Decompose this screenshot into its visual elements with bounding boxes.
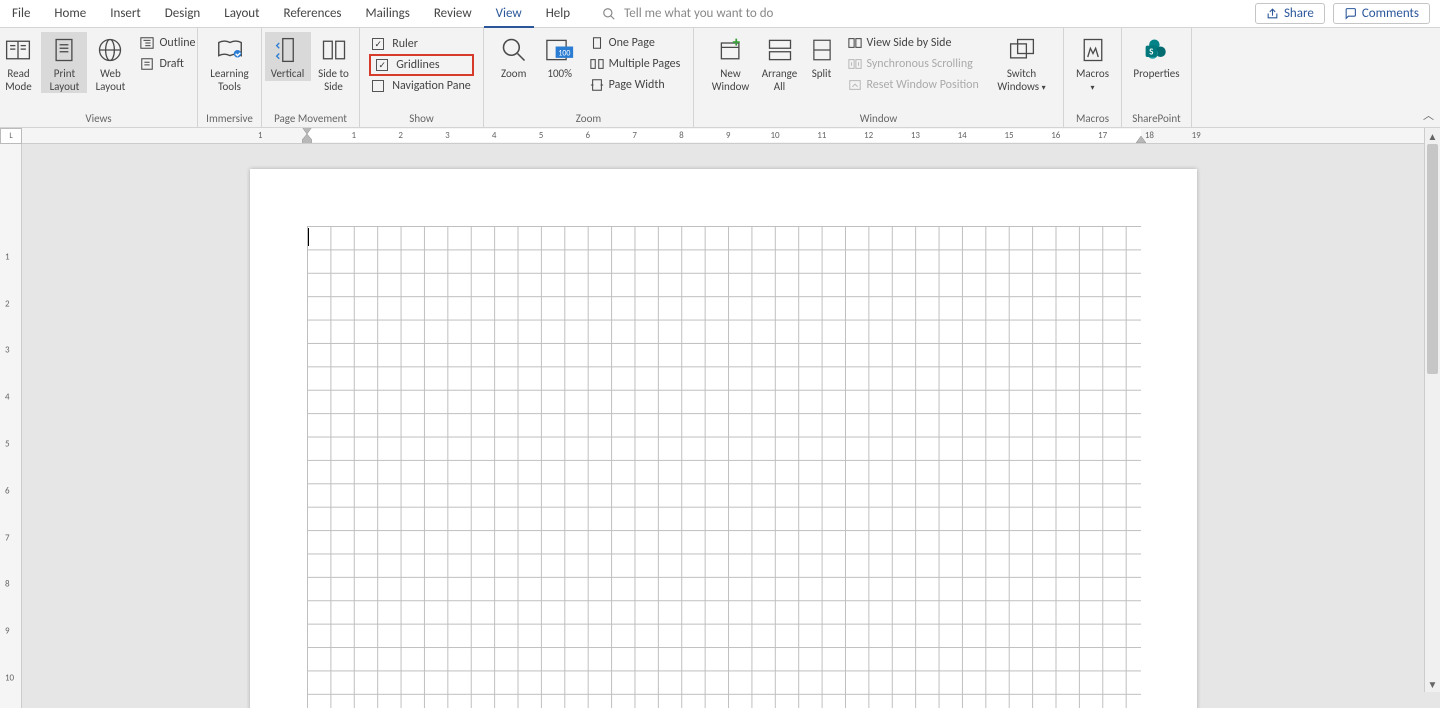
zoom-button[interactable]: Zoom: [491, 32, 537, 81]
switch-windows-icon: [1007, 36, 1037, 64]
arrange-all-icon: [766, 36, 794, 64]
checkbox-icon: [376, 59, 388, 71]
new-window-icon: [717, 36, 745, 64]
horizontal-ruler[interactable]: 112345678910111213141516171819: [22, 128, 1440, 144]
indent-right-marker[interactable]: [1136, 136, 1146, 144]
view-side-by-side-button[interactable]: View Side by Side: [845, 34, 987, 52]
group-zoom: Zoom 100 100% One Page Multiple Pages Pa…: [484, 28, 694, 127]
read-mode-icon: [4, 36, 32, 64]
tell-me-placeholder: Tell me what you want to do: [624, 6, 773, 21]
draft-icon: [140, 57, 154, 71]
indent-hanging-marker[interactable]: [302, 134, 312, 144]
menu-tabs: FileHomeInsertDesignLayoutReferencesMail…: [0, 0, 1440, 28]
gridlines-overlay: [307, 226, 1141, 708]
text-cursor: [308, 228, 309, 246]
gridlines-highlight: Gridlines: [369, 54, 474, 76]
properties-button[interactable]: S Properties: [1128, 32, 1186, 81]
outline-icon: [140, 36, 154, 50]
page-width-icon: [590, 78, 604, 92]
reset-window-position-button: Reset Window Position: [845, 76, 987, 94]
synchronous-scrolling-button: Synchronous Scrolling: [845, 55, 987, 73]
switch-windows-button[interactable]: Switch Windows ▾: [991, 32, 1053, 93]
group-sharepoint: S Properties SharePoint: [1122, 28, 1192, 127]
scrollbar-thumb[interactable]: [1427, 144, 1438, 374]
group-page-movement: Vertical Side to Side Page Movement: [262, 28, 360, 127]
page[interactable]: [250, 169, 1197, 708]
one-page-button[interactable]: One Page: [587, 34, 683, 52]
workspace: L 12345678910 11234567891011121314151617…: [0, 128, 1440, 708]
tab-insert[interactable]: Insert: [98, 0, 153, 27]
tab-design[interactable]: Design: [153, 0, 212, 27]
vertical-button[interactable]: Vertical: [265, 32, 311, 81]
group-immersive: Learning Tools Immersive: [198, 28, 262, 127]
read-mode-button[interactable]: Read Mode: [0, 32, 41, 93]
navigation-pane-checkbox[interactable]: Navigation Pane: [370, 78, 473, 94]
zoom-icon: [500, 36, 528, 64]
one-page-icon: [590, 36, 604, 50]
tab-file[interactable]: File: [0, 0, 42, 27]
tell-me-search[interactable]: Tell me what you want to do: [602, 6, 773, 21]
arrange-all-button[interactable]: Arrange All: [757, 32, 803, 93]
zoom-100-icon: 100: [545, 36, 575, 64]
tab-view[interactable]: View: [484, 1, 534, 28]
comments-button[interactable]: Comments: [1333, 3, 1430, 24]
vertical-icon: [274, 35, 302, 65]
tab-layout[interactable]: Layout: [212, 0, 271, 27]
new-window-button[interactable]: New Window: [705, 32, 757, 93]
split-button[interactable]: Split: [803, 32, 841, 81]
chevron-down-icon: ▾: [1042, 83, 1046, 93]
document-area[interactable]: [22, 144, 1440, 708]
gridlines-checkbox[interactable]: Gridlines: [374, 57, 469, 73]
web-layout-icon: [96, 36, 124, 64]
ribbon: Read Mode Print Layout Web Layout Outlin…: [0, 28, 1440, 128]
macros-icon: [1079, 36, 1107, 64]
svg-text:S: S: [1149, 47, 1153, 57]
draft-button[interactable]: Draft: [137, 55, 197, 73]
tab-home[interactable]: Home: [42, 0, 98, 27]
vertical-scrollbar[interactable]: ▲ ▼: [1424, 128, 1440, 692]
tab-help[interactable]: Help: [534, 0, 582, 27]
collapse-ribbon-button[interactable]: ︿: [1423, 107, 1434, 123]
multiple-pages-button[interactable]: Multiple Pages: [587, 55, 683, 73]
vertical-ruler[interactable]: L 12345678910: [0, 128, 22, 708]
outline-button[interactable]: Outline: [137, 34, 197, 52]
svg-text:100: 100: [558, 49, 570, 58]
learning-tools-icon: [215, 35, 245, 65]
checkbox-icon: [372, 80, 384, 92]
reset-pos-icon: [848, 78, 862, 92]
sharepoint-icon: S: [1143, 36, 1171, 64]
sync-scroll-icon: [848, 57, 862, 71]
group-macros: Macros▾ Macros: [1064, 28, 1122, 127]
side-to-side-icon: [320, 36, 348, 64]
group-views: Read Mode Print Layout Web Layout Outlin…: [0, 28, 198, 127]
macros-button[interactable]: Macros▾: [1070, 32, 1116, 93]
side-by-side-icon: [848, 36, 862, 50]
zoom-100-button[interactable]: 100 100%: [537, 32, 583, 81]
split-icon: [809, 36, 835, 64]
tab-references[interactable]: References: [272, 0, 354, 27]
tab-review[interactable]: Review: [422, 0, 484, 27]
side-to-side-button[interactable]: Side to Side: [311, 32, 357, 93]
scroll-up-button[interactable]: ▲: [1425, 128, 1440, 144]
tab-selector[interactable]: L: [0, 128, 22, 144]
multiple-pages-icon: [590, 57, 604, 71]
scroll-down-button[interactable]: ▼: [1425, 676, 1440, 692]
comment-icon: [1344, 7, 1357, 20]
page-width-button[interactable]: Page Width: [587, 76, 683, 94]
share-button[interactable]: Share: [1255, 3, 1325, 24]
group-show: Ruler Gridlines Navigation Pane Show: [360, 28, 484, 127]
ruler-checkbox[interactable]: Ruler: [370, 36, 473, 52]
print-layout-button[interactable]: Print Layout: [41, 32, 87, 93]
group-window: New Window Arrange All Split View Side b…: [694, 28, 1064, 127]
tab-mailings[interactable]: Mailings: [354, 0, 422, 27]
web-layout-button[interactable]: Web Layout: [87, 32, 133, 93]
learning-tools-button[interactable]: Learning Tools: [203, 32, 257, 93]
print-layout-icon: [50, 36, 78, 64]
checkbox-icon: [372, 38, 384, 50]
share-icon: [1266, 7, 1279, 20]
search-icon: [602, 7, 616, 21]
chevron-down-icon: ▾: [1090, 83, 1094, 93]
